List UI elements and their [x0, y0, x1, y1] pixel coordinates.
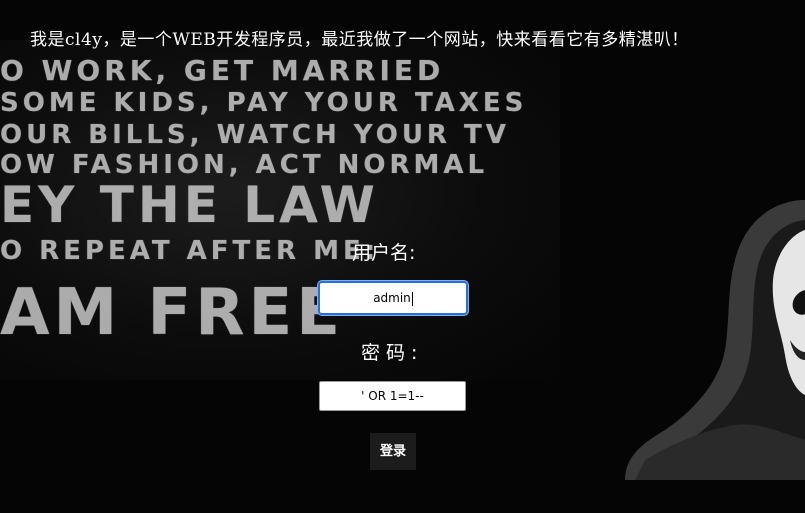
login-button[interactable]: 登录: [370, 433, 416, 470]
password-value: ' OR 1=1--: [361, 389, 424, 403]
username-label: 用户名:: [352, 242, 416, 264]
login-form: 用户名: admin 密码: ' OR 1=1-- 登录: [0, 0, 805, 513]
login-page: O WORK, GET MARRIED SOME KIDS, PAY YOUR …: [0, 0, 805, 513]
password-label: 密码:: [361, 342, 424, 364]
username-value: admin: [373, 291, 411, 305]
password-input[interactable]: ' OR 1=1--: [319, 381, 466, 411]
username-input[interactable]: admin: [318, 281, 468, 315]
text-caret: [411, 291, 413, 306]
